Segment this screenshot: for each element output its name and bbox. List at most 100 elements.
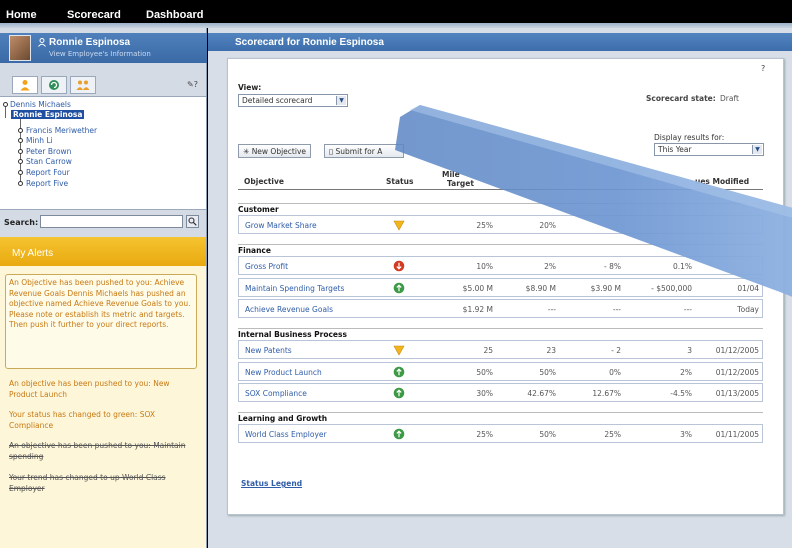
refresh-icon — [49, 80, 59, 90]
table-row[interactable]: World Class Employer 25% 50% 25% 3% 01/11/200… — [238, 424, 763, 443]
new-objective-button[interactable]: ✳ New Objective — [238, 144, 311, 158]
search-button[interactable] — [186, 215, 199, 228]
objective-link[interactable]: World Class Employer — [245, 430, 327, 439]
cell-v2: 23 — [546, 346, 556, 355]
objective-link[interactable]: New Patents — [245, 346, 292, 355]
cell-v4: 3 — [687, 346, 692, 355]
cell-v3: 0% — [609, 367, 621, 377]
view-select[interactable]: Detailed scorecard ▼ — [238, 94, 348, 107]
help-link[interactable]: ? — [761, 64, 765, 73]
alert-highlighted[interactable]: An Objective has been pushed to you: Ach… — [5, 274, 197, 369]
status-legend-link[interactable]: Status Legend — [241, 479, 302, 488]
group-icon — [76, 80, 90, 90]
alert-item[interactable]: Your trend has changed to up World Class… — [9, 473, 199, 494]
section-header: Learning and Growth — [238, 412, 763, 423]
cell-v5: 01/11/2005 — [715, 430, 759, 439]
table-row[interactable]: Grow Market Share 25% 20% — [238, 215, 763, 234]
org-tree: Dennis Michaels Ronnie Espinosa Francis … — [0, 96, 206, 210]
col-status: Status — [386, 177, 414, 186]
status-warning-icon — [393, 219, 405, 231]
chevron-down-icon: ▼ — [752, 145, 762, 154]
objective-link[interactable]: SOX Compliance — [245, 389, 307, 398]
col-modified: ues Modified — [695, 177, 750, 186]
display-results-label: Display results for: — [654, 133, 725, 142]
tree-item-report-four[interactable]: Report Four — [26, 168, 70, 177]
scorecard-state-label: Scorecard state: — [646, 94, 716, 103]
tree-item-report-five[interactable]: Report Five — [26, 179, 68, 188]
avatar — [9, 35, 31, 61]
view-employee-info-link[interactable]: View Employee's Information — [49, 50, 151, 58]
cell-v2: 2% — [544, 262, 556, 271]
cell-v1: $5.00 M — [462, 283, 493, 293]
cell-v2: $8.90 M — [525, 283, 556, 293]
alert-item[interactable]: An objective has been pushed to you: Mai… — [9, 441, 199, 462]
table-row[interactable]: New Patents 25 23 - 2 3 01/12/2005 — [238, 340, 763, 359]
cell-v5: 01/12/2005 — [715, 346, 759, 355]
tree-node — [18, 138, 23, 143]
cell-v2: --- — [547, 305, 556, 314]
alerts-title: My Alerts — [12, 248, 54, 259]
table-row[interactable]: Achieve Revenue Goals $1.92 M --- --- --- Tod… — [238, 299, 763, 318]
status-warning-icon — [393, 344, 405, 356]
status-up-arrow-icon — [393, 282, 405, 294]
nav-dashboard[interactable]: Dashboard — [146, 9, 203, 21]
display-results-select[interactable]: This Year ▼ — [654, 143, 764, 156]
table-row[interactable]: New Product Launch 50% 50% 0% 2% 01/12/2005 — [238, 361, 763, 381]
tree-item-dennis-michaels[interactable]: Dennis Michaels — [10, 100, 71, 109]
tab-people[interactable] — [12, 76, 38, 94]
alerts-list: An Objective has been pushed to you: Ach… — [0, 266, 206, 548]
main-header: Scorecard for Ronnie Espinosa — [208, 33, 792, 51]
view-select-value: Detailed scorecard — [242, 96, 313, 105]
cell-v2: 20% — [539, 221, 556, 230]
objective-link[interactable]: New Product Launch — [245, 368, 322, 377]
cell-v5: Today — [737, 305, 759, 314]
alert-item[interactable]: An objective has been pushed to you: New… — [9, 379, 199, 400]
alert-item[interactable]: Your status has changed to green: SOX Co… — [9, 410, 199, 431]
objective-link[interactable]: Grow Market Share — [245, 221, 317, 230]
tree-item-francis-meriwether[interactable]: Francis Meriwether — [26, 126, 97, 135]
status-down-arrow-icon — [393, 260, 405, 272]
tree-node — [18, 159, 23, 164]
objective-link[interactable]: Gross Profit — [245, 262, 288, 271]
tree-item-stan-carrow[interactable]: Stan Carrow — [26, 157, 72, 166]
cell-v4: 0.1% — [672, 262, 692, 271]
cell-v3: 25% — [604, 430, 621, 439]
cell-v1: $1.92 M — [462, 305, 493, 314]
main-area: Scorecard for Ronnie Espinosa ? View: De… — [208, 28, 792, 548]
tab-refresh[interactable] — [41, 76, 67, 94]
cell-v3: 12.67% — [592, 389, 621, 398]
table-row[interactable]: Maintain Spending Targets $5.00 M $8.90 M $… — [238, 277, 763, 297]
page-title: Scorecard for Ronnie Espinosa — [235, 37, 384, 48]
nav-scorecard[interactable]: Scorecard — [67, 9, 121, 21]
tree-node — [18, 149, 23, 154]
tree-node — [18, 181, 23, 186]
objective-link[interactable]: Maintain Spending Targets — [245, 284, 344, 293]
tab-groups[interactable] — [70, 76, 96, 94]
tree-item-ronnie-espinosa[interactable]: Ronnie Espinosa — [11, 110, 85, 119]
col-milestone: Mile — [442, 170, 460, 179]
person-icon — [38, 38, 46, 50]
search-input[interactable] — [40, 215, 183, 228]
help-link[interactable]: ✎? — [187, 80, 198, 89]
cell-v1: 10% — [476, 262, 493, 271]
cell-v1: 25 — [483, 346, 493, 355]
tree-item-minh-li[interactable]: Minh Li — [26, 136, 53, 145]
cell-v5: 01/13/2005 — [715, 389, 759, 398]
cell-v4: -4.5% — [670, 389, 692, 398]
table-row[interactable]: SOX Compliance 30% 42.67% 12.67% -4.5% 01/13/… — [238, 383, 763, 402]
new-objective-label: New Objective — [251, 147, 306, 156]
tree-node — [3, 102, 8, 107]
objective-link[interactable]: Achieve Revenue Goals — [245, 305, 333, 314]
cell-v3: - 2 — [611, 346, 621, 355]
search-label: Search: — [4, 218, 39, 227]
tree-item-peter-brown[interactable]: Peter Brown — [26, 147, 71, 156]
table-row[interactable]: Gross Profit 10% 2% - 8% 0.1% — [238, 256, 763, 275]
nav-home[interactable]: Home — [6, 9, 37, 21]
submit-button[interactable]: ▯ Submit for A — [324, 144, 404, 158]
cell-v3: - 8% — [604, 262, 621, 271]
col-target: Target — [447, 179, 474, 188]
cell-v4: - $500,000 — [651, 283, 692, 293]
cell-v4: 2% — [680, 367, 692, 377]
submit-label: Submit for A — [335, 147, 383, 156]
cell-v4: 3% — [680, 430, 692, 439]
